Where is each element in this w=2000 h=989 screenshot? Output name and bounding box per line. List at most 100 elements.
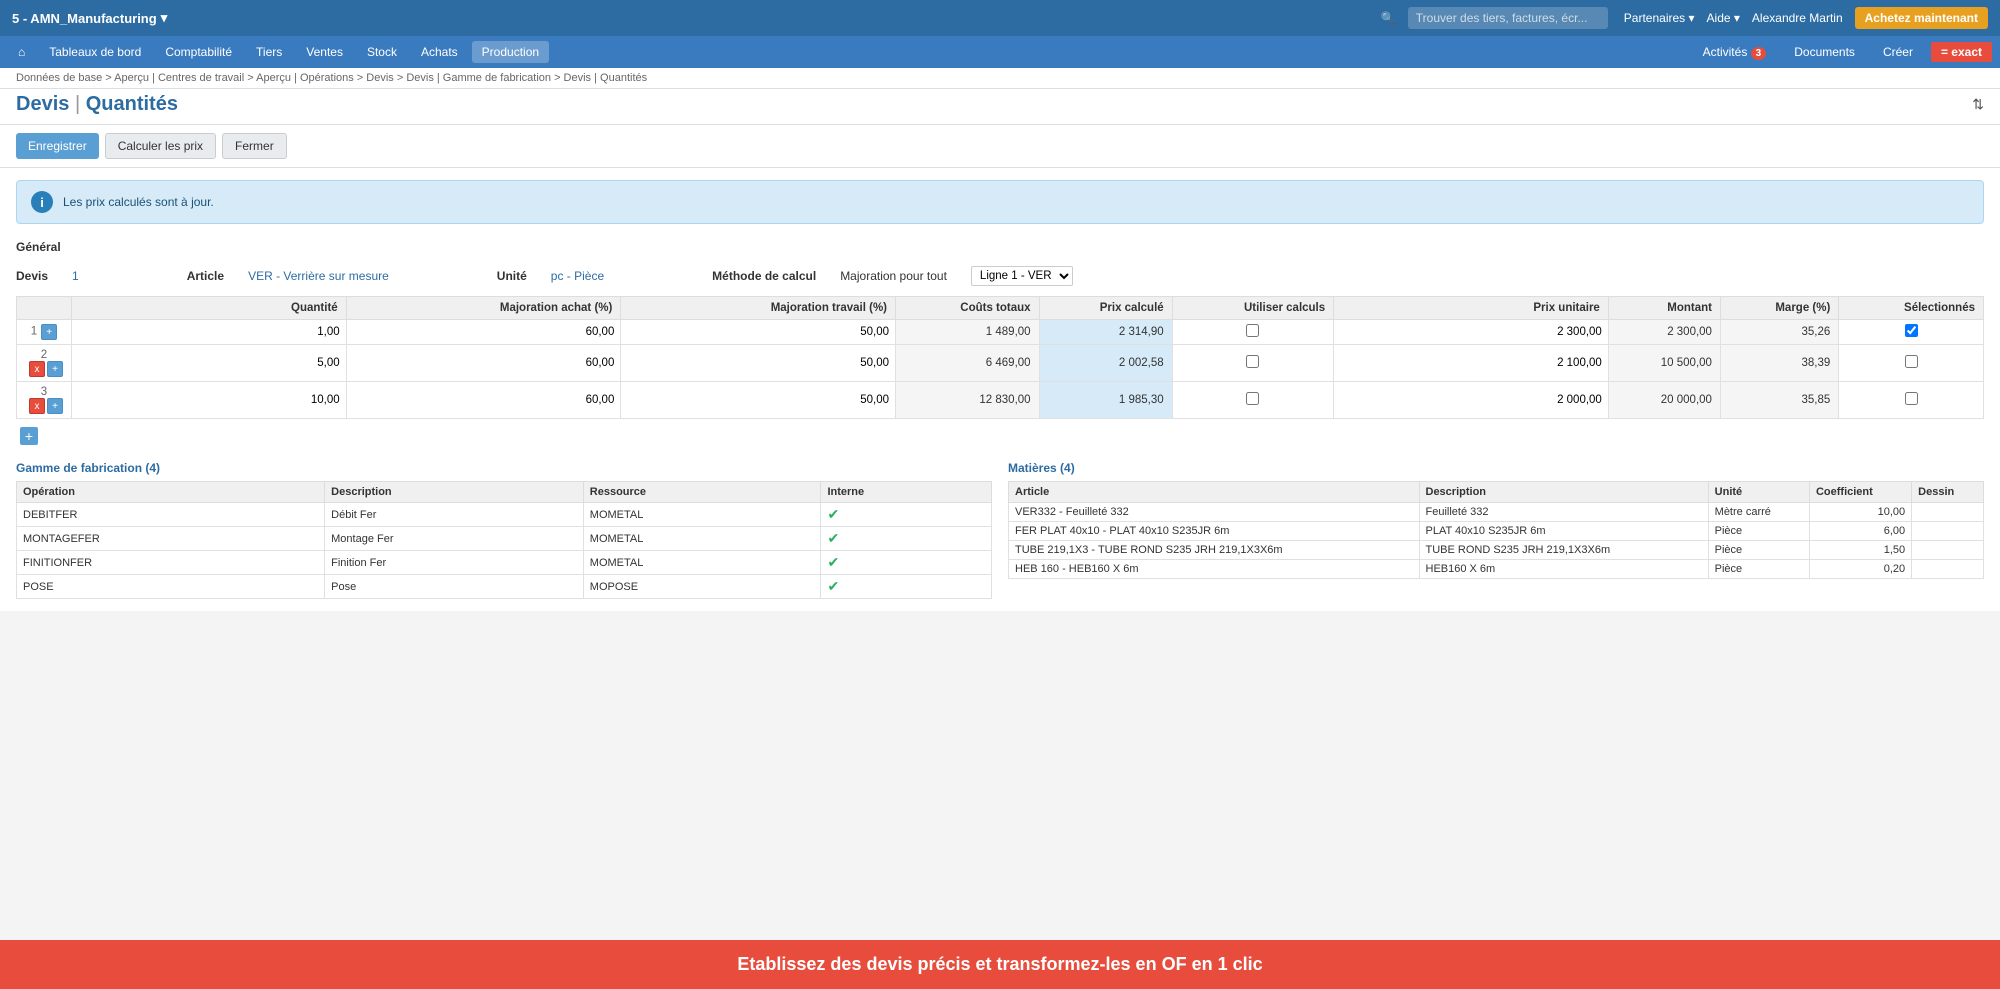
check-icon: ✔ [827, 554, 839, 570]
majo-travail-cell[interactable] [621, 320, 896, 345]
selectionne-checkbox[interactable] [1905, 392, 1918, 405]
prix-unitaire-cell[interactable] [1334, 382, 1609, 419]
enregistrer-button[interactable]: Enregistrer [16, 133, 99, 159]
selectionne-cell[interactable] [1839, 345, 1984, 382]
quantite-cell[interactable] [72, 382, 347, 419]
bottom-panels: Gamme de fabrication (4) Opération Descr… [16, 461, 1984, 599]
selectionne-cell[interactable] [1839, 382, 1984, 419]
app-title[interactable]: 5 - AMN_Manufacturing ▾ [12, 10, 167, 26]
aide-menu[interactable]: Aide ▾ [1707, 11, 1740, 25]
info-icon: i [31, 191, 53, 213]
col-selectionnes: Sélectionnés [1839, 297, 1984, 320]
calculer-prix-button[interactable]: Calculer les prix [105, 133, 216, 159]
marge-cell: 38,39 [1720, 345, 1838, 382]
mat-dessin [1912, 560, 1984, 579]
home-link[interactable]: ⌂ [8, 41, 35, 63]
col-marge: Marge (%) [1720, 297, 1838, 320]
quantite-input[interactable] [74, 324, 344, 340]
mat-coefficient: 1,50 [1809, 541, 1911, 560]
gamme-col-operation: Opération [17, 482, 325, 503]
montant-cell: 20 000,00 [1608, 382, 1720, 419]
mat-article: FER PLAT 40x10 - PLAT 40x10 S235JR 6m [1009, 522, 1420, 541]
utiliser-calculs-cell[interactable] [1172, 345, 1333, 382]
majo-achat-cell[interactable] [346, 345, 621, 382]
menu-bar: ⌂ Tableaux de bord Comptabilité Tiers Ve… [0, 36, 2000, 68]
add-line-button[interactable]: + [47, 398, 63, 414]
utiliser-calculs-checkbox[interactable] [1246, 355, 1259, 368]
mat-dessin [1912, 503, 1984, 522]
fermer-button[interactable]: Fermer [222, 133, 287, 159]
utiliser-calculs-checkbox[interactable] [1246, 392, 1259, 405]
add-row-button[interactable]: + [20, 427, 38, 445]
col-majo-achat: Majoration achat (%) [346, 297, 621, 320]
quantite-input[interactable] [74, 392, 344, 408]
general-section: Général Devis 1 Article VER - Verrière s… [16, 240, 1984, 286]
creer-link[interactable]: Créer [1873, 41, 1923, 63]
prix-unitaire-input[interactable] [1336, 324, 1606, 340]
row-number: 2x+ [17, 345, 72, 382]
search-input[interactable] [1408, 7, 1608, 29]
majo-travail-cell[interactable] [621, 345, 896, 382]
menu-tableaux-de-bord[interactable]: Tableaux de bord [39, 41, 151, 63]
exact-button[interactable]: = exact [1931, 42, 1992, 62]
buy-button[interactable]: Achetez maintenant [1855, 7, 1988, 29]
majo-travail-input[interactable] [623, 355, 893, 371]
majo-achat-input[interactable] [349, 392, 619, 408]
gamme-operation: MONTAGEFER [17, 527, 325, 551]
add-line-button[interactable]: + [47, 361, 63, 377]
utiliser-calculs-checkbox[interactable] [1246, 324, 1259, 337]
list-item: FER PLAT 40x10 - PLAT 40x10 S235JR 6mPLA… [1009, 522, 1984, 541]
prix-unitaire-input[interactable] [1336, 355, 1606, 371]
selectionne-checkbox[interactable] [1905, 355, 1918, 368]
majo-travail-input[interactable] [623, 392, 893, 408]
couts-totaux-cell: 1 489,00 [896, 320, 1040, 345]
majo-travail-cell[interactable] [621, 382, 896, 419]
menu-tiers[interactable]: Tiers [246, 41, 292, 63]
remove-line-button[interactable]: x [29, 398, 45, 414]
article-value[interactable]: VER - Verrière sur mesure [248, 269, 389, 283]
prix-unitaire-cell[interactable] [1334, 345, 1609, 382]
marge-cell: 35,85 [1720, 382, 1838, 419]
menu-stock[interactable]: Stock [357, 41, 407, 63]
menu-comptabilite[interactable]: Comptabilité [155, 41, 242, 63]
mat-dessin [1912, 541, 1984, 560]
user-name: Alexandre Martin [1752, 11, 1843, 25]
partenaires-menu[interactable]: Partenaires ▾ [1624, 11, 1695, 25]
matieres-panel: Matières (4) Article Description Unité C… [1008, 461, 1984, 599]
gamme-table: Opération Description Ressource Interne … [16, 481, 992, 599]
devis-value[interactable]: 1 [72, 269, 79, 283]
ligne-select[interactable]: Ligne 1 - VER [971, 266, 1073, 286]
majo-travail-input[interactable] [623, 324, 893, 340]
selectionne-checkbox[interactable] [1905, 324, 1918, 337]
filter-icon[interactable]: ⇅ [1972, 96, 1984, 113]
selectionne-cell[interactable] [1839, 320, 1984, 345]
methode-value: Majoration pour tout [840, 269, 947, 283]
table-row: 2x+6 469,002 002,5810 500,0038,39 [17, 345, 1984, 382]
add-line-button[interactable]: + [41, 324, 57, 340]
majo-achat-input[interactable] [349, 355, 619, 371]
unite-value[interactable]: pc - Pièce [551, 269, 604, 283]
quantite-input[interactable] [74, 355, 344, 371]
menu-ventes[interactable]: Ventes [296, 41, 353, 63]
activites-link[interactable]: Activités 3 [1693, 41, 1777, 63]
prix-unitaire-input[interactable] [1336, 392, 1606, 408]
remove-line-button[interactable]: x [29, 361, 45, 377]
menu-production[interactable]: Production [472, 41, 549, 63]
majo-achat-cell[interactable] [346, 382, 621, 419]
quantite-cell[interactable] [72, 345, 347, 382]
list-item: POSEPoseMOPOSE✔ [17, 575, 992, 599]
majo-achat-input[interactable] [349, 324, 619, 340]
activites-badge: 3 [1751, 47, 1767, 60]
mat-article: VER332 - Feuilleté 332 [1009, 503, 1420, 522]
quantite-cell[interactable] [72, 320, 347, 345]
utiliser-calculs-cell[interactable] [1172, 320, 1333, 345]
menu-achats[interactable]: Achats [411, 41, 468, 63]
prix-unitaire-cell[interactable] [1334, 320, 1609, 345]
documents-link[interactable]: Documents [1784, 41, 1865, 63]
utiliser-calculs-cell[interactable] [1172, 382, 1333, 419]
breadcrumb: Données de base > Aperçu | Centres de tr… [0, 68, 2000, 89]
general-label: Général [16, 240, 1984, 258]
quantities-table: Quantité Majoration achat (%) Majoration… [16, 296, 1984, 419]
gamme-description: Montage Fer [325, 527, 584, 551]
majo-achat-cell[interactable] [346, 320, 621, 345]
